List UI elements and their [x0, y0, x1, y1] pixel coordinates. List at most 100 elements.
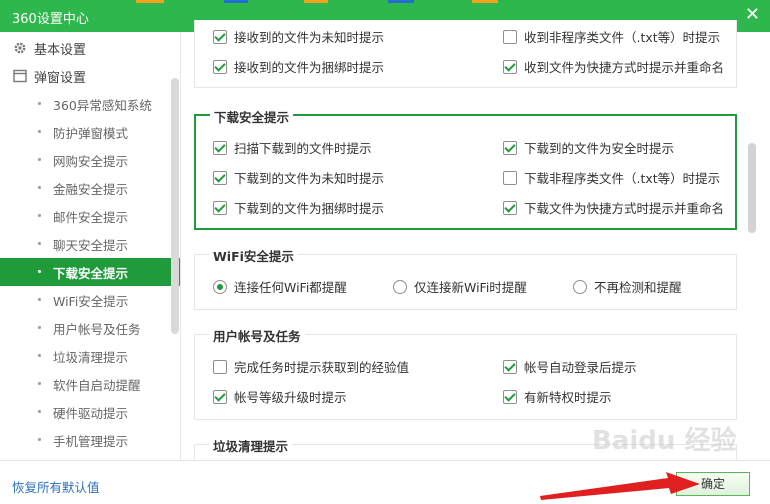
checkbox[interactable]: [503, 59, 517, 74]
option-wifi-new[interactable]: 仅连接新WiFi时提醒: [393, 277, 527, 296]
checkbox[interactable]: [503, 359, 517, 374]
sidebar-item-label: 下载安全提示: [53, 265, 129, 281]
sidebar-group-popup[interactable]: 弹窗设置: [0, 62, 180, 90]
sidebar-item-account[interactable]: 用户帐号及任务: [0, 314, 180, 342]
option-wifi-off[interactable]: 不再检测和提醒: [573, 277, 682, 296]
section-title: 下载安全提示: [210, 107, 294, 126]
bullet-dot: [38, 102, 41, 105]
sidebar-item-mail[interactable]: 邮件安全提示: [0, 202, 180, 230]
option-label: 接收到的文件为捆绑时提示: [234, 60, 385, 75]
checkbox[interactable]: [213, 200, 227, 215]
window-icon: [12, 68, 28, 84]
sidebar-item-phone[interactable]: 手机管理提示: [0, 426, 180, 454]
option-label: 帐号自动登录后提示: [524, 360, 637, 375]
checkbox[interactable]: [213, 59, 227, 74]
sidebar-item-anomaly-system[interactable]: 360异常感知系统: [0, 90, 180, 118]
sidebar-item-autostart[interactable]: 软件自启动提醒: [0, 370, 180, 398]
checkbox[interactable]: [503, 389, 517, 404]
option-receive-unknown[interactable]: 接收到的文件为未知时提示: [213, 27, 384, 46]
option-auto-login[interactable]: 帐号自动登录后提示: [503, 357, 637, 376]
option-label: 仅连接新WiFi时提醒: [414, 280, 527, 295]
sidebar-item-label: 手机管理提示: [53, 433, 129, 449]
bullet-dot: [38, 326, 41, 329]
title-strip-orange-3: [472, 0, 498, 3]
option-download-unknown[interactable]: 下载到的文件为未知时提示: [213, 168, 384, 187]
section-title: WiFi安全提示: [209, 246, 298, 265]
sidebar-item-label: 用户帐号及任务: [53, 321, 141, 337]
option-label: 连接任何WiFi都提醒: [234, 280, 347, 295]
radio-button[interactable]: [213, 279, 227, 294]
checkbox[interactable]: [503, 140, 517, 155]
sidebar-scrollbar[interactable]: [171, 78, 179, 334]
title-strip-blue-2: [388, 0, 414, 3]
sidebar-item-shopping[interactable]: 网购安全提示: [0, 146, 180, 174]
ok-button[interactable]: 确定: [676, 472, 750, 496]
option-label: 收到文件为快捷方式时提示并重命名: [524, 60, 725, 75]
content-scrollbar[interactable]: [748, 143, 756, 233]
close-icon[interactable]: ✕: [745, 5, 760, 25]
option-label: 下载到的文件为未知时提示: [234, 171, 385, 186]
radio-button[interactable]: [393, 279, 407, 294]
title-strip-orange: [136, 0, 164, 3]
junk-cleanup-panel: 垃圾清理提示: [194, 436, 737, 460]
option-wifi-any[interactable]: 连接任何WiFi都提醒: [213, 277, 347, 296]
option-receive-shortcut[interactable]: 收到文件为快捷方式时提示并重命名: [503, 57, 724, 76]
option-label: 扫描下载到的文件时提示: [234, 141, 372, 156]
bullet-dot: [38, 270, 41, 273]
option-receive-bundled[interactable]: 接收到的文件为捆绑时提示: [213, 57, 384, 76]
option-download-shortcut[interactable]: 下载文件为快捷方式时提示并重命名: [503, 198, 724, 217]
gear-icon: [12, 40, 28, 56]
bullet-dot: [38, 298, 41, 301]
option-download-nonprogram[interactable]: 下载非程序类文件（.txt等）时提示: [503, 168, 720, 187]
bullet-dot: [38, 130, 41, 133]
option-label: 完成任务时提示获取到的经验值: [234, 360, 410, 375]
option-new-privilege[interactable]: 有新特权时提示: [503, 387, 612, 406]
sidebar: 基本设置 弹窗设置 360异常感知系统 防护弹窗模式 网购安全提示 金融安全提示…: [0, 32, 181, 460]
option-download-safe[interactable]: 下载到的文件为安全时提示: [503, 138, 674, 157]
checkbox[interactable]: [503, 170, 517, 185]
bullet-dot: [38, 186, 41, 189]
sidebar-item-label: 硬件驱动提示: [53, 405, 129, 421]
bullet-dot: [38, 354, 41, 357]
sidebar-item-wifi[interactable]: WiFi安全提示: [0, 286, 180, 314]
sidebar-item-label: 金融安全提示: [53, 181, 129, 197]
checkbox[interactable]: [213, 140, 227, 155]
bullet-dot: [38, 410, 41, 413]
option-scan-download[interactable]: 扫描下载到的文件时提示: [213, 138, 372, 157]
sidebar-item-label: 防护弹窗模式: [53, 125, 129, 141]
option-receive-nonprogram[interactable]: 收到非程序类文件（.txt等）时提示: [503, 27, 720, 46]
sidebar-item-download[interactable]: 下载安全提示: [0, 258, 180, 286]
sidebar-group-basic[interactable]: 基本设置: [0, 34, 180, 62]
sidebar-item-junk[interactable]: 垃圾清理提示: [0, 342, 180, 370]
window-title: 360设置中心: [12, 12, 89, 27]
bullet-dot: [38, 242, 41, 245]
sidebar-group-label: 弹窗设置: [34, 70, 87, 86]
option-level-up[interactable]: 帐号等级升级时提示: [213, 387, 347, 406]
checkbox[interactable]: [213, 170, 227, 185]
sidebar-item-finance[interactable]: 金融安全提示: [0, 174, 180, 202]
checkbox[interactable]: [503, 200, 517, 215]
account-tasks-panel: 用户帐号及任务 完成任务时提示获取到的经验值 帐号自动登录后提示 帐号等级升级时…: [194, 326, 737, 420]
sidebar-group-label: 基本设置: [34, 42, 87, 58]
sidebar-item-popup-mode[interactable]: 防护弹窗模式: [0, 118, 180, 146]
sidebar-item-chat[interactable]: 聊天安全提示: [0, 230, 180, 258]
checkbox[interactable]: [213, 389, 227, 404]
bullet-dot: [38, 382, 41, 385]
radio-button[interactable]: [573, 279, 587, 294]
title-strip-blue: [224, 0, 248, 3]
checkbox[interactable]: [503, 29, 517, 44]
checkbox[interactable]: [213, 29, 227, 44]
option-task-exp[interactable]: 完成任务时提示获取到的经验值: [213, 357, 409, 376]
restore-defaults-link[interactable]: 恢复所有默认值: [12, 477, 100, 496]
bullet-dot: [38, 214, 41, 217]
option-download-bundled[interactable]: 下载到的文件为捆绑时提示: [213, 198, 384, 217]
checkbox[interactable]: [213, 359, 227, 374]
sidebar-item-hardware[interactable]: 硬件驱动提示: [0, 398, 180, 426]
section-title: 垃圾清理提示: [209, 436, 293, 455]
bullet-dot: [38, 158, 41, 161]
sidebar-item-label: 垃圾清理提示: [53, 349, 129, 365]
option-label: 收到非程序类文件（.txt等）时提示: [524, 30, 721, 45]
download-safety-panel: 下载安全提示 扫描下载到的文件时提示 下载到的文件为安全时提示 下载到的文件为未…: [194, 107, 737, 230]
option-label: 有新特权时提示: [524, 390, 612, 405]
option-label: 下载到的文件为安全时提示: [524, 141, 675, 156]
